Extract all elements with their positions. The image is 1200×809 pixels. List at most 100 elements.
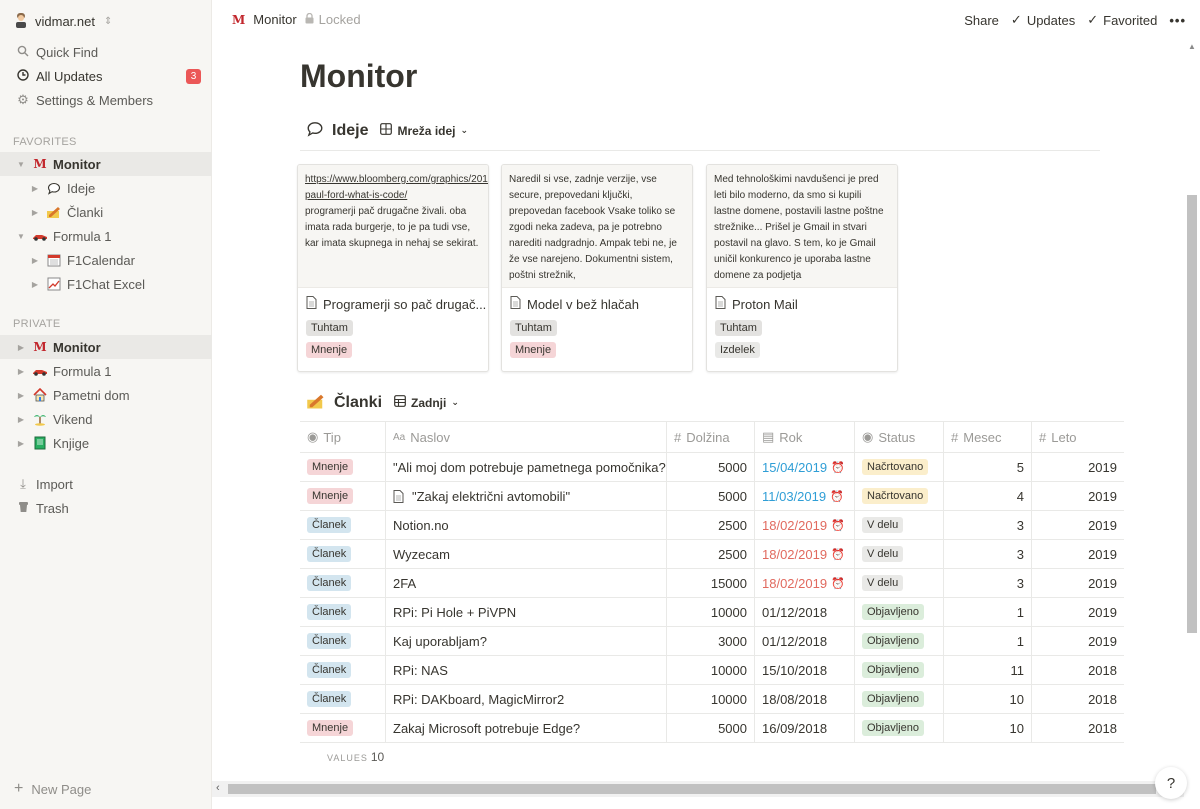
sidebar-item-formula1[interactable]: ▼ Formula 1 <box>0 224 212 248</box>
gallery-card[interactable]: https://www.bloomberg.com/graphics/2015-… <box>297 164 489 372</box>
cell-naslov[interactable]: Kaj uporabljam? <box>386 627 667 655</box>
cell-status[interactable]: Objavljeno <box>855 656 944 684</box>
cell-dolzina[interactable]: 10000 <box>667 598 755 626</box>
sidebar-item-vikend[interactable]: ▶ Vikend <box>0 407 212 431</box>
caret-right-icon[interactable]: ▶ <box>28 256 42 265</box>
cell-dolzina[interactable]: 10000 <box>667 685 755 713</box>
cell-leto[interactable]: 2019 <box>1032 569 1124 597</box>
cell-dolzina[interactable]: 5000 <box>667 714 755 742</box>
cell-leto[interactable]: 2019 <box>1032 511 1124 539</box>
cell-status[interactable]: V delu <box>855 511 944 539</box>
cell-leto[interactable]: 2019 <box>1032 482 1124 510</box>
caret-right-icon[interactable]: ▶ <box>14 343 28 352</box>
table-row[interactable]: Članek RPi: NAS 10000 15/10/2018 Objavljeno 1… <box>300 656 1124 685</box>
alarm-clock-icon[interactable]: ⏰ <box>830 490 844 503</box>
sidebar-item-pametni-dom[interactable]: ▶ Pametni dom <box>0 383 212 407</box>
cell-status[interactable]: Načrtovano <box>855 453 944 481</box>
cell-leto[interactable]: 2018 <box>1032 714 1124 742</box>
import-button[interactable]: ⤓ Import <box>0 472 212 496</box>
caret-down-icon[interactable]: ▼ <box>14 232 28 241</box>
sidebar-item-f1calendar[interactable]: ▶ F1Calendar <box>0 248 212 272</box>
table-row[interactable]: Mnenje Zakaj Microsoft potrebuje Edge? 500… <box>300 714 1124 743</box>
scroll-left-icon[interactable]: ‹ <box>216 782 220 794</box>
cell-leto[interactable]: 2019 <box>1032 540 1124 568</box>
cell-mesec[interactable]: 5 <box>944 453 1032 481</box>
column-header-status[interactable]: ◉ Status <box>855 422 944 452</box>
caret-right-icon[interactable]: ▶ <box>28 280 42 289</box>
cell-dolzina[interactable]: 5000 <box>667 453 755 481</box>
cell-leto[interactable]: 2019 <box>1032 453 1124 481</box>
cell-rok[interactable]: 11/03/2019 ⏰ <box>755 482 855 510</box>
column-header-naslov[interactable]: Aa Naslov <box>386 422 667 452</box>
table-row[interactable]: Članek Wyzecam 2500 18/02/2019 ⏰ V delu 3 2019 <box>300 540 1124 569</box>
cell-tip[interactable]: Članek <box>300 540 386 568</box>
locked-indicator[interactable]: Locked <box>305 12 361 27</box>
cell-naslov[interactable]: Zakaj Microsoft potrebuje Edge? <box>386 714 667 742</box>
cell-status[interactable]: Objavljeno <box>855 714 944 742</box>
column-header-rok[interactable]: ▤ Rok <box>755 422 855 452</box>
cell-tip[interactable]: Mnenje <box>300 482 386 510</box>
caret-down-icon[interactable]: ▼ <box>14 160 28 169</box>
preview-link[interactable]: https://www.bloomberg.com/graphics/2015-… <box>305 174 488 201</box>
cell-dolzina[interactable]: 3000 <box>667 627 755 655</box>
cell-naslov[interactable]: RPi: NAS <box>386 656 667 684</box>
cell-tip[interactable]: Članek <box>300 627 386 655</box>
cell-mesec[interactable]: 3 <box>944 511 1032 539</box>
column-header-tip[interactable]: ◉ Tip <box>300 422 386 452</box>
sidebar-item-favorite-monitor[interactable]: ▼ M Monitor <box>0 152 212 176</box>
sidebar-item-knjige[interactable]: ▶ Knjige <box>0 431 212 455</box>
cell-tip[interactable]: Članek <box>300 656 386 684</box>
horizontal-scrollbar[interactable]: ‹ <box>212 781 1184 797</box>
all-updates[interactable]: All Updates 3 <box>0 64 212 88</box>
cell-tip[interactable]: Članek <box>300 598 386 626</box>
caret-right-icon[interactable]: ▶ <box>28 184 42 193</box>
caret-right-icon[interactable]: ▶ <box>14 439 28 448</box>
settings-members[interactable]: ⚙ Settings & Members <box>0 88 212 112</box>
cell-dolzina[interactable]: 2500 <box>667 540 755 568</box>
column-header-leto[interactable]: # Leto <box>1032 422 1124 452</box>
caret-right-icon[interactable]: ▶ <box>14 367 28 376</box>
table-row[interactable]: Članek Kaj uporabljam? 3000 01/12/2018 Objav… <box>300 627 1124 656</box>
cell-naslov[interactable]: Wyzecam <box>386 540 667 568</box>
cell-tip[interactable]: Članek <box>300 511 386 539</box>
cell-rok[interactable]: 01/12/2018 <box>755 627 855 655</box>
share-button[interactable]: Share <box>964 13 999 28</box>
cell-naslov[interactable]: 2FA <box>386 569 667 597</box>
alarm-clock-icon[interactable]: ⏰ <box>831 577 845 590</box>
ideje-view-selector[interactable]: Mreža idej ⌄ <box>380 123 468 138</box>
cell-status[interactable]: Objavljeno <box>855 627 944 655</box>
cell-status[interactable]: Načrtovano <box>855 482 944 510</box>
cell-mesec[interactable]: 11 <box>944 656 1032 684</box>
cell-tip[interactable]: Mnenje <box>300 453 386 481</box>
cell-rok[interactable]: 18/02/2019 ⏰ <box>755 511 855 539</box>
favorited-button[interactable]: ✓ Favorited <box>1087 12 1157 28</box>
cell-naslov[interactable]: RPi: DAKboard, MagicMirror2 <box>386 685 667 713</box>
scroll-up-icon[interactable]: ▲ <box>1188 42 1196 51</box>
caret-right-icon[interactable]: ▶ <box>14 415 28 424</box>
sidebar-item-f1chat-excel[interactable]: ▶ F1Chat Excel <box>0 272 212 296</box>
cell-mesec[interactable]: 1 <box>944 627 1032 655</box>
cell-leto[interactable]: 2019 <box>1032 627 1124 655</box>
vertical-scrollbar[interactable]: ▲ <box>1184 40 1200 785</box>
alarm-clock-icon[interactable]: ⏰ <box>831 548 845 561</box>
cell-status[interactable]: Objavljeno <box>855 598 944 626</box>
cell-naslov[interactable]: RPi: Pi Hole + PiVPN <box>386 598 667 626</box>
cell-status[interactable]: V delu <box>855 569 944 597</box>
gallery-card[interactable]: Med tehnološkimi navdušenci je pred leti… <box>706 164 898 372</box>
updates-button[interactable]: ✓ Updates <box>1011 12 1075 28</box>
table-row[interactable]: Članek 2FA 15000 18/02/2019 ⏰ V delu 3 2019 <box>300 569 1124 598</box>
cell-mesec[interactable]: 10 <box>944 685 1032 713</box>
cell-rok[interactable]: 15/10/2018 <box>755 656 855 684</box>
clanki-view-selector[interactable]: Zadnji ⌄ <box>394 395 459 410</box>
clanki-title[interactable]: Članki <box>334 394 382 412</box>
sidebar-item-ideje[interactable]: ▶ Ideje <box>0 176 212 200</box>
caret-right-icon[interactable]: ▶ <box>14 391 28 400</box>
scrollbar-thumb[interactable] <box>1187 195 1197 633</box>
cell-mesec[interactable]: 10 <box>944 714 1032 742</box>
cell-naslov[interactable]: "Ali moj dom potrebuje pametnega pomočni… <box>386 453 667 481</box>
cell-rok[interactable]: 16/09/2018 <box>755 714 855 742</box>
cell-dolzina[interactable]: 10000 <box>667 656 755 684</box>
cell-rok[interactable]: 15/04/2019 ⏰ <box>755 453 855 481</box>
cell-tip[interactable]: Mnenje <box>300 714 386 742</box>
trash-button[interactable]: Trash <box>0 496 212 520</box>
